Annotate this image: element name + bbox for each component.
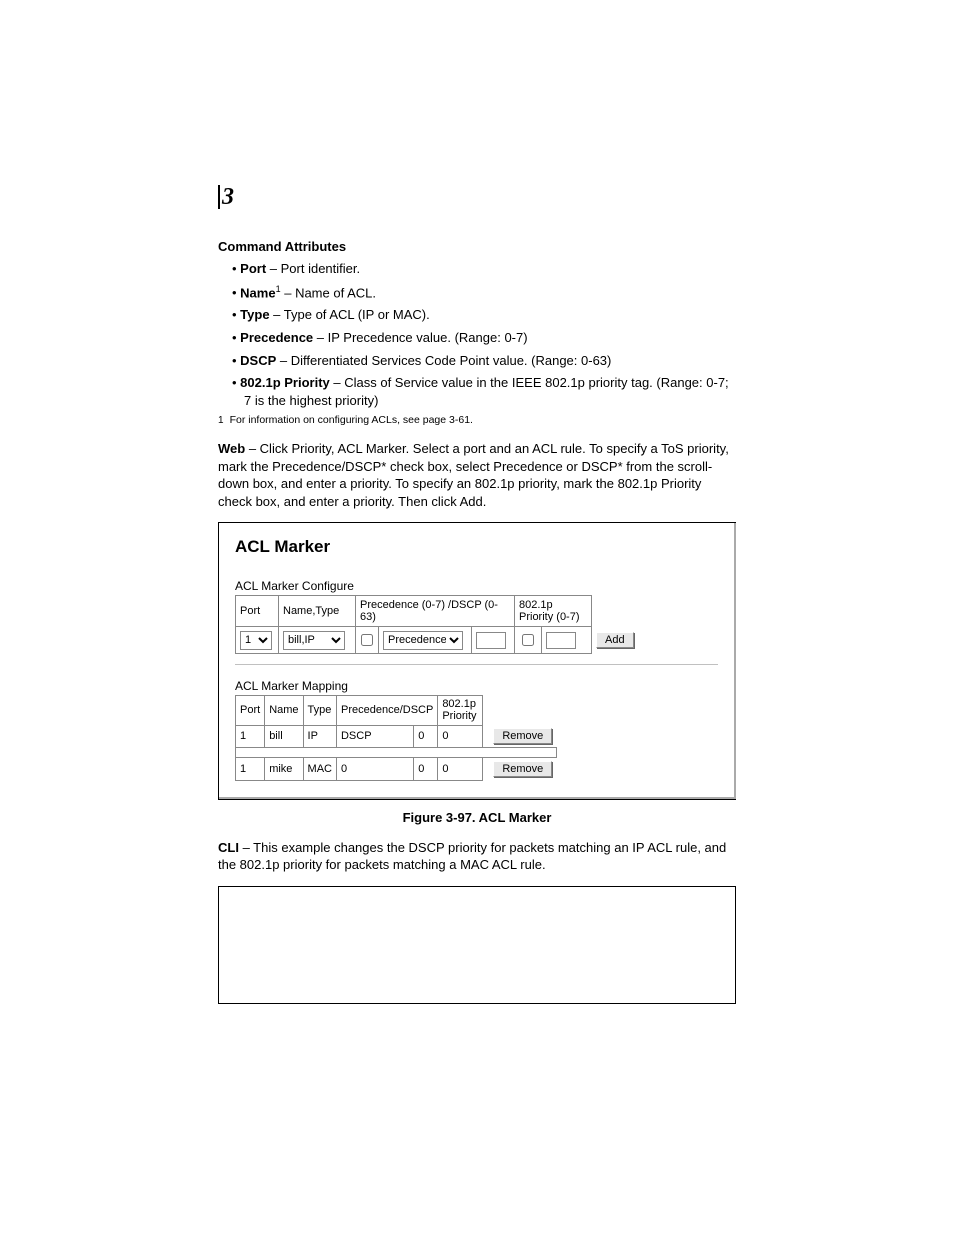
- attr-precedence: Precedence – IP Precedence value. (Range…: [232, 329, 736, 347]
- map-head-prec: Precedence/DSCP: [336, 696, 437, 725]
- prec-dscp-checkbox[interactable]: [361, 634, 373, 646]
- attr-type: Type – Type of ACL (IP or MAC).: [232, 306, 736, 324]
- table-row: 1 bill IP DSCP 0 0 Remove: [236, 725, 557, 748]
- remove-button[interactable]: Remove: [493, 728, 552, 744]
- prec-value-input[interactable]: [476, 632, 506, 649]
- acl-marker-title: ACL Marker: [235, 537, 718, 557]
- add-button[interactable]: Add: [596, 632, 634, 648]
- cli-paragraph: CLI – This example changes the DSCP prio…: [218, 839, 736, 874]
- attribute-list: Port – Port identifier. Name1 – Name of …: [218, 260, 736, 409]
- mapping-heading: ACL Marker Mapping: [235, 679, 718, 693]
- p8021-value-input[interactable]: [546, 632, 576, 649]
- chapter-number: 3: [218, 185, 234, 209]
- mapping-table: Port Name Type Precedence/DSCP 802.1p Pr…: [235, 695, 557, 780]
- cfg-head-prec: Precedence (0-7) /DSCP (0-63): [356, 596, 515, 627]
- prec-dscp-select[interactable]: Precedence: [383, 631, 463, 650]
- attr-8021p: 802.1p Priority – Class of Service value…: [232, 374, 736, 409]
- map-head-name: Name: [265, 696, 303, 725]
- p8021-checkbox[interactable]: [522, 634, 534, 646]
- acl-marker-screenshot: ACL Marker ACL Marker Configure Port Nam…: [218, 522, 736, 799]
- section-heading: Command Attributes: [218, 239, 736, 254]
- web-paragraph: Web – Click Priority, ACL Marker. Select…: [218, 440, 736, 510]
- cfg-head-nametype: Name,Type: [279, 596, 356, 627]
- attr-port: Port – Port identifier.: [232, 260, 736, 278]
- table-row: 1 mike MAC 0 0 0 Remove: [236, 758, 557, 781]
- footnote: 1For information on configuring ACLs, se…: [218, 414, 736, 426]
- attr-name: Name1 – Name of ACL.: [232, 283, 736, 302]
- attr-dscp: DSCP – Differentiated Services Code Poin…: [232, 352, 736, 370]
- cfg-head-port: Port: [236, 596, 279, 627]
- configure-table: Port Name,Type Precedence (0-7) /DSCP (0…: [235, 595, 638, 654]
- map-head-type: Type: [303, 696, 336, 725]
- map-head-8021p: 802.1p Priority: [438, 696, 483, 725]
- nametype-select[interactable]: bill,IP: [283, 631, 345, 650]
- cli-example-box: [218, 886, 736, 1004]
- map-head-port: Port: [236, 696, 265, 725]
- figure-caption: Figure 3-97. ACL Marker: [218, 810, 736, 825]
- cfg-head-8021p: 802.1p Priority (0-7): [515, 596, 592, 627]
- port-select[interactable]: 1: [240, 631, 272, 650]
- remove-button[interactable]: Remove: [493, 761, 552, 777]
- configure-heading: ACL Marker Configure: [235, 579, 718, 593]
